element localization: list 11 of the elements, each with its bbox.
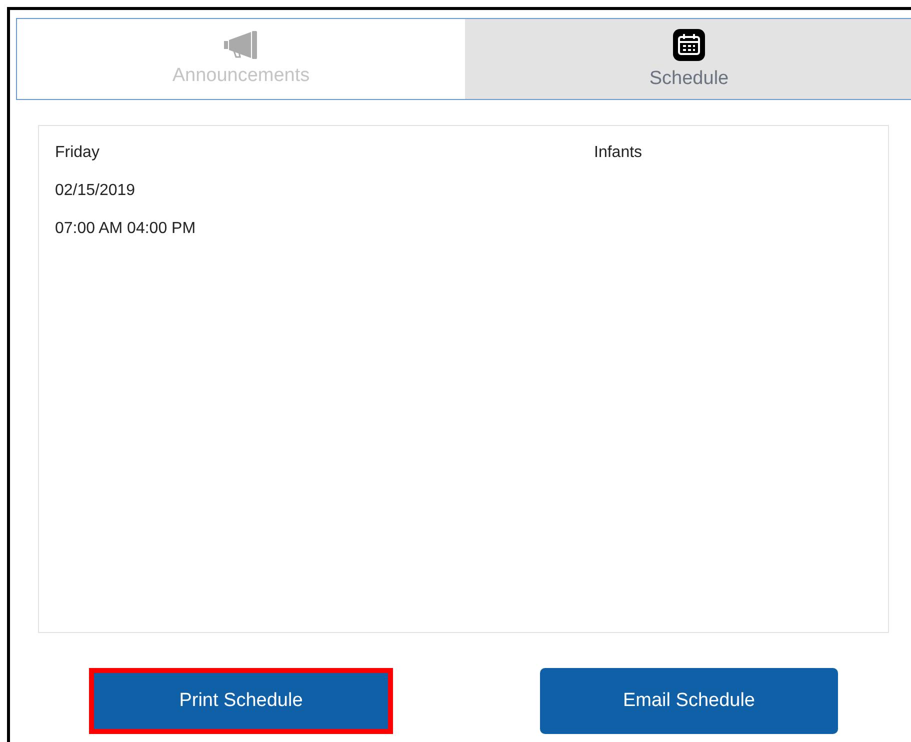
date-text: 02/15/2019 (55, 182, 136, 200)
email-button[interactable]: Email Schedule (540, 668, 838, 734)
day-text: Friday (55, 144, 100, 162)
tab[interactable]: Schedule (465, 19, 911, 99)
tab-label: Announcements (172, 65, 310, 87)
hours-text: 07:00 AM 04:00 PM (55, 220, 197, 238)
print-button[interactable]: Print Schedule (89, 668, 393, 734)
calendar-icon (672, 28, 706, 62)
megaphone-icon (222, 31, 260, 59)
tab-label: Schedule (649, 68, 729, 90)
room-text: Infants (594, 144, 642, 162)
